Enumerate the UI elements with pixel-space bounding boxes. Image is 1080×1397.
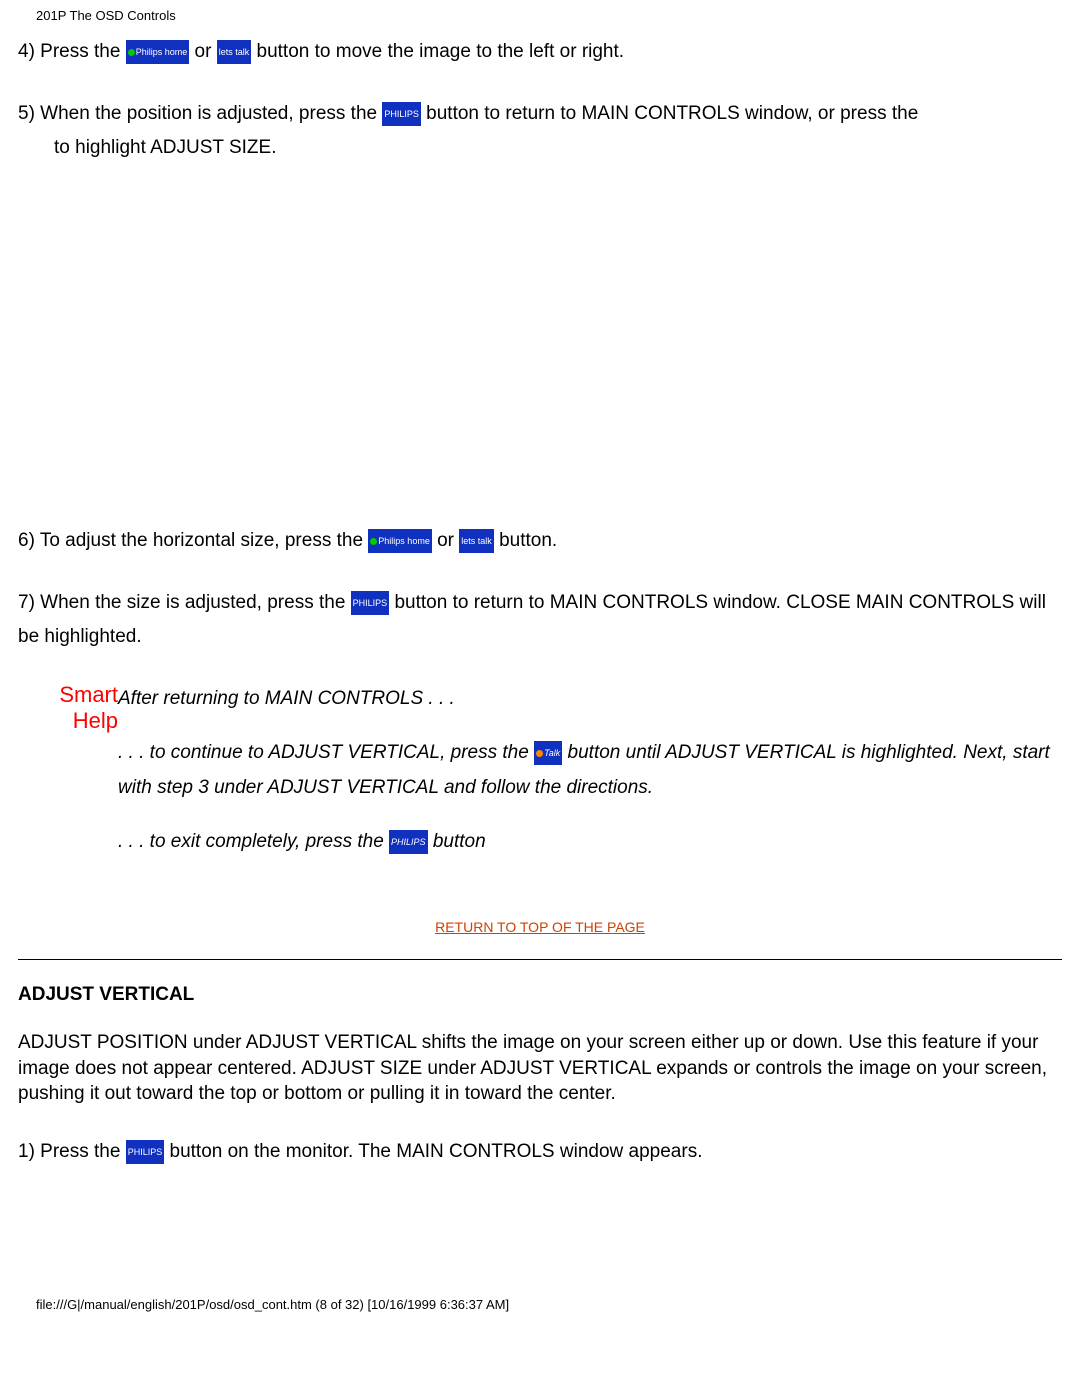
- right-button-icon: lets talk: [217, 40, 252, 64]
- left-button-icon: Philips home: [368, 529, 432, 553]
- ok-button-icon: PHILIPS: [382, 102, 421, 126]
- divider: [18, 959, 1062, 960]
- section-body: ADJUST POSITION under ADJUST VERTICAL sh…: [18, 1030, 1062, 1107]
- step-7-text-a: 7) When the size is adjusted, press the: [18, 592, 351, 613]
- ok-button-icon: PHILIPS: [126, 1140, 165, 1164]
- image-placeholder: [18, 194, 1062, 524]
- step-6: 6) To adjust the horizontal size, press …: [18, 524, 1062, 558]
- step-5-text-c: to highlight ADJUST SIZE.: [54, 131, 1062, 165]
- step-6-text-a: 6) To adjust the horizontal size, press …: [18, 530, 368, 551]
- smart-help-p2: . . . to continue to ADJUST VERTICAL, pr…: [118, 736, 1062, 804]
- step-4-text-b: button to move the image to the left or …: [257, 41, 625, 62]
- smart-help-p3: . . . to exit completely, press the PHIL…: [118, 825, 1062, 859]
- smart-help-p1: After returning to MAIN CONTROLS . . .: [118, 682, 1062, 716]
- down-button-icon: Talk: [534, 741, 562, 765]
- smart-help-block: Smart Help After returning to MAIN CONTR…: [18, 682, 1062, 879]
- step-4-or: or: [195, 41, 217, 62]
- ok-button-icon: PHILIPS: [389, 830, 428, 854]
- page-footer: file:///G|/manual/english/201P/osd/osd_c…: [36, 1297, 1062, 1312]
- step-1-text-a: 1) Press the: [18, 1141, 126, 1162]
- step-6-or: or: [437, 530, 459, 551]
- ok-button-icon: PHILIPS: [351, 591, 390, 615]
- step-1: 1) Press the PHILIPS button on the monit…: [18, 1135, 1062, 1169]
- step-6-text-b: button.: [499, 530, 557, 551]
- page-header: 201P The OSD Controls: [36, 8, 1062, 23]
- smart-help-label: Smart Help: [18, 682, 118, 879]
- step-5-text-b: button to return to MAIN CONTROLS window…: [426, 103, 918, 124]
- step-5: 5) When the position is adjusted, press …: [18, 97, 1062, 165]
- right-button-icon: lets talk: [459, 529, 494, 553]
- step-7: 7) When the size is adjusted, press the …: [18, 586, 1062, 654]
- step-4: 4) Press the Philips home or lets talk b…: [18, 35, 1062, 69]
- step-5-text-a: 5) When the position is adjusted, press …: [18, 103, 382, 124]
- left-button-icon: Philips home: [126, 40, 190, 64]
- step-4-text-a: 4) Press the: [18, 41, 126, 62]
- bottom-spacer: [18, 1197, 1062, 1267]
- section-heading: ADJUST VERTICAL: [18, 984, 1062, 1006]
- return-to-top-link[interactable]: RETURN TO TOP OF THE PAGE: [18, 919, 1062, 935]
- step-1-text-b: button on the monitor. The MAIN CONTROLS…: [170, 1141, 703, 1162]
